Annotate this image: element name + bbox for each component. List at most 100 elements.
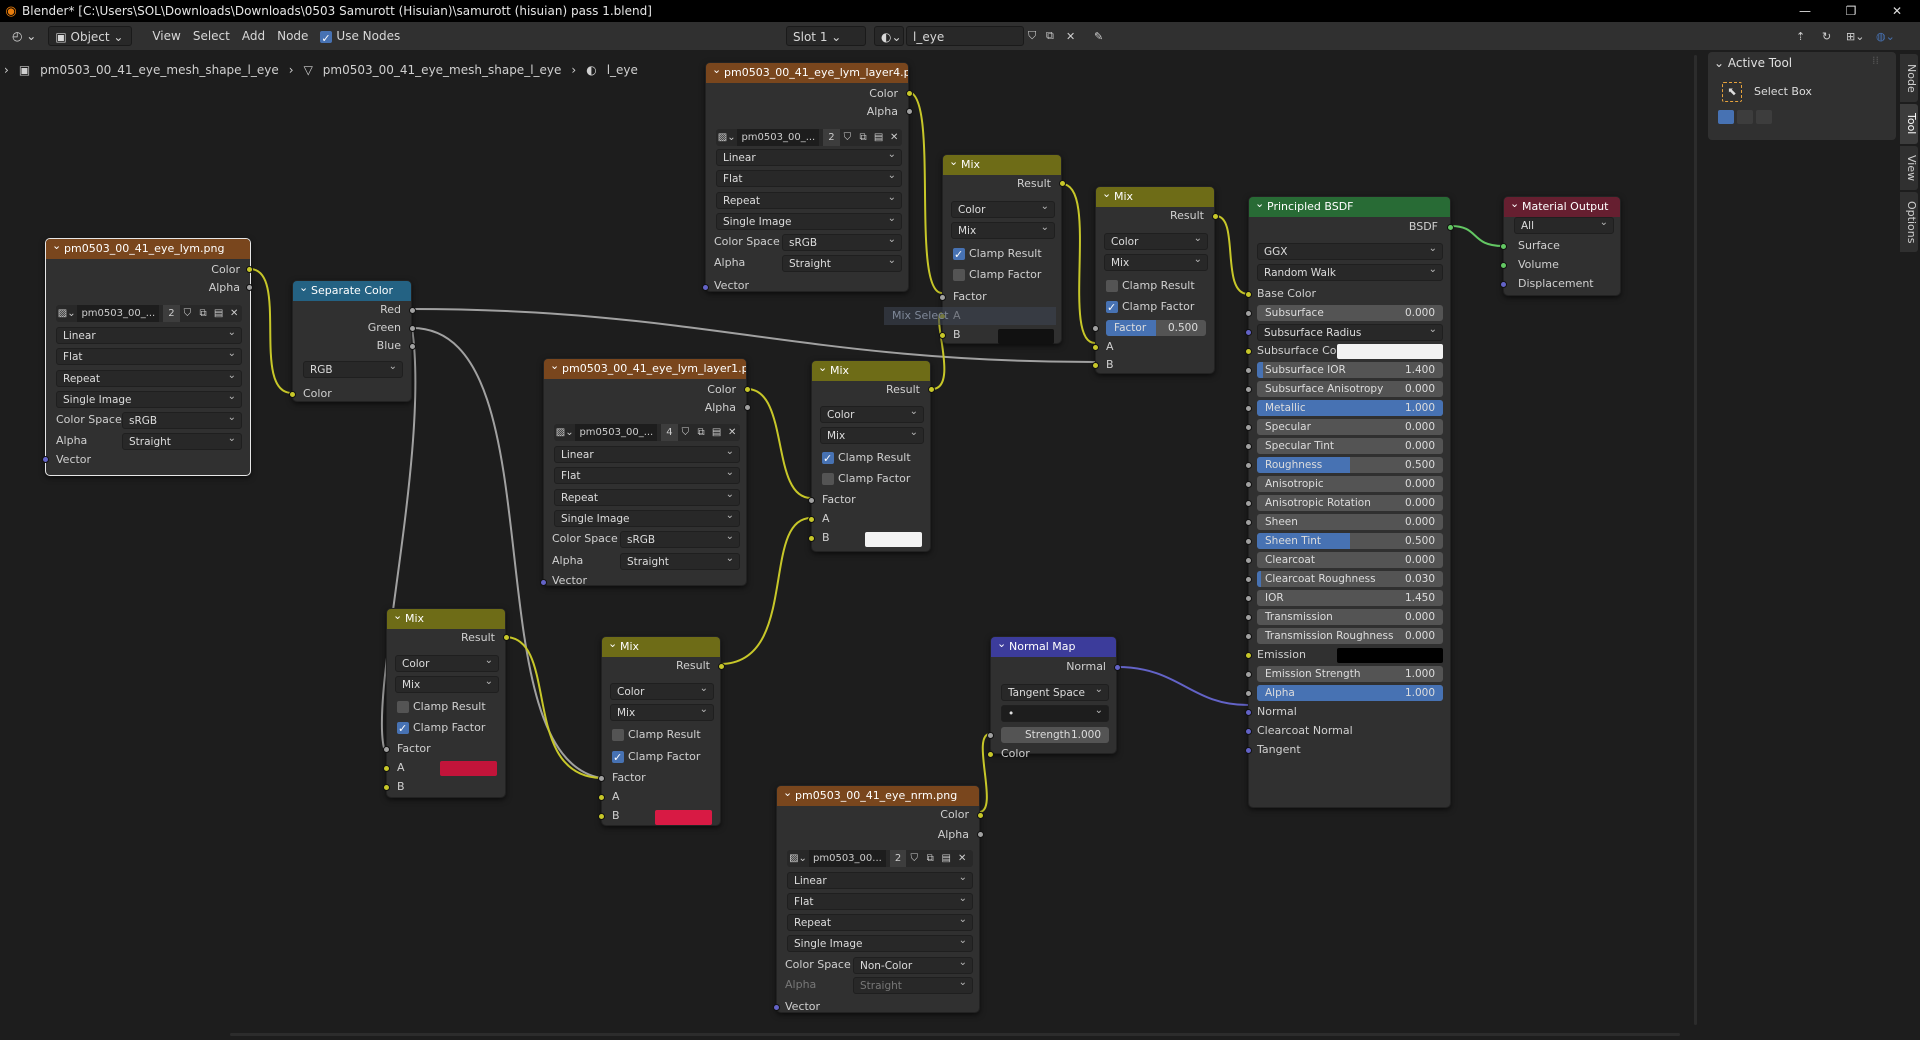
subsurface-ior-input-socket[interactable] <box>1245 367 1252 374</box>
unlink-icon[interactable]: ✕ <box>954 853 970 864</box>
maximize-button[interactable]: ❐ <box>1828 0 1874 22</box>
tab-options[interactable]: Options <box>1900 192 1918 252</box>
alpha-output-socket[interactable] <box>744 404 751 411</box>
strength-field[interactable]: Strength 1.000 <box>1001 727 1109 743</box>
unlink-icon[interactable]: ✕ <box>724 427 740 438</box>
mix-node-2[interactable]: Mix Result Color Mix Clamp Result Clamp … <box>808 360 935 552</box>
user-count[interactable]: 2 <box>889 850 907 867</box>
source-select[interactable]: Single Image <box>554 507 740 527</box>
data-type-select[interactable]: Color <box>820 403 924 423</box>
material-name-field[interactable]: l_eye <box>906 26 1024 46</box>
data-type-select[interactable]: Color <box>1104 230 1208 250</box>
node-header[interactable]: Principled BSDF <box>1249 197 1450 217</box>
clamp-factor-toggle[interactable]: Clamp Factor <box>612 748 700 767</box>
green-output-socket[interactable] <box>409 325 416 332</box>
fake-user-icon[interactable]: ⛉ <box>180 308 196 319</box>
data-type-select[interactable]: Color <box>610 680 714 700</box>
close-button[interactable]: ✕ <box>1874 0 1920 22</box>
image-name[interactable]: pm0503_00... <box>809 850 886 867</box>
clearcoat-roughness-field[interactable]: Clearcoat Roughness 0.030 <box>1257 571 1443 587</box>
uv-map-field[interactable]: • <box>1001 702 1109 722</box>
b-input-socket[interactable] <box>1092 362 1099 369</box>
user-count[interactable]: 4 <box>661 424 678 441</box>
data-type-select[interactable]: Color <box>951 198 1055 218</box>
red-output-socket[interactable] <box>409 307 416 314</box>
clamp-factor-toggle[interactable]: Clamp Factor <box>397 719 485 738</box>
vector-input-socket[interactable] <box>540 579 547 586</box>
ior-input-socket[interactable] <box>1245 595 1252 602</box>
b-input-socket[interactable] <box>808 535 815 542</box>
clearcoat-input-socket[interactable] <box>1245 557 1252 564</box>
subsurface-anisotropy-field[interactable]: Subsurface Anisotropy 0.000 <box>1257 381 1443 397</box>
editor-type-button[interactable]: ◴ ⌄ <box>6 26 42 46</box>
alpha-input-socket[interactable] <box>1245 690 1252 697</box>
a-input-socket[interactable] <box>598 794 605 801</box>
node-header[interactable]: pm0503_00_41_eye_nrm.png <box>777 786 979 806</box>
sheen-tint-input-socket[interactable] <box>1245 538 1252 545</box>
emission-input-socket[interactable] <box>1245 652 1252 659</box>
node-header[interactable]: Normal Map <box>991 637 1116 657</box>
clearcoat-normal-input-socket[interactable] <box>1245 728 1252 735</box>
b-color-swatch[interactable] <box>865 532 922 547</box>
unlink-icon[interactable]: ✕ <box>886 132 902 143</box>
clamp-result-toggle[interactable]: Clamp Result <box>612 726 701 744</box>
target-select[interactable]: All <box>1514 214 1614 234</box>
color-output-socket[interactable] <box>977 812 984 819</box>
alpha-mode-select[interactable]: Straight <box>122 430 242 450</box>
node-header[interactable]: Separate Color <box>293 281 411 301</box>
a-input-socket[interactable] <box>808 516 815 523</box>
distribution-select[interactable]: GGX <box>1257 240 1443 260</box>
anisotropic-rotation-input-socket[interactable] <box>1245 500 1252 507</box>
subsurface-input-socket[interactable] <box>1245 310 1252 317</box>
emission-strength-input-socket[interactable] <box>1245 671 1252 678</box>
color-mode-select[interactable]: RGB <box>303 358 403 378</box>
a-input-socket[interactable] <box>1092 344 1099 351</box>
vector-input-socket[interactable] <box>773 1004 780 1011</box>
mix-node-6[interactable]: Mix Result Color Mix Clamp Result Clamp … <box>598 636 725 826</box>
displacement-input-socket[interactable] <box>1500 281 1507 288</box>
clamp-factor-toggle[interactable]: Clamp Factor <box>822 470 910 488</box>
volume-input-socket[interactable] <box>1500 262 1507 269</box>
slot-select[interactable]: Slot 1 ⌄ <box>786 26 866 46</box>
clamp-factor-toggle[interactable]: Clamp Factor <box>1106 298 1194 317</box>
node-header[interactable]: Mix <box>602 637 720 657</box>
transmission-input-socket[interactable] <box>1245 614 1252 621</box>
image-name[interactable]: pm0503_00_... <box>77 305 160 322</box>
node-header[interactable]: Mix <box>812 361 930 381</box>
mode-select[interactable]: ▣ Object ⌄ <box>48 26 133 46</box>
unlink-icon[interactable]: ✕ <box>226 308 242 319</box>
subsurface-ior-field[interactable]: Subsurface IOR 1.400 <box>1257 362 1443 378</box>
interpolation-select[interactable]: Linear <box>56 324 242 344</box>
roughness-input-socket[interactable] <box>1245 462 1252 469</box>
unlink-icon[interactable]: ✕ <box>1066 30 1075 43</box>
use-nodes-toggle[interactable]: Use Nodes <box>314 26 406 49</box>
space-select[interactable]: Tangent Space <box>1001 681 1109 701</box>
open-icon[interactable]: ▤ <box>871 132 887 143</box>
user-count[interactable]: 2 <box>163 305 180 322</box>
fake-user-icon[interactable]: ⛉ <box>1028 29 1036 43</box>
clearcoat-field[interactable]: Clearcoat 0.000 <box>1257 552 1443 568</box>
specular-field[interactable]: Specular 0.000 <box>1257 419 1443 435</box>
image-texture-node-layer1[interactable]: pm0503_00_41_eye_lym_layer1.png Color Al… <box>540 358 751 587</box>
source-select[interactable]: Single Image <box>787 932 973 952</box>
alpha-output-socket[interactable] <box>977 831 984 838</box>
image-datablock[interactable]: ▨⌄ pm0503_00_... 2 ⛉ ⧉ ▤ ✕ <box>56 305 242 322</box>
b-input-socket[interactable] <box>598 813 605 820</box>
mix-node-4[interactable]: Mix Result Color Mix Clamp Result Clamp … <box>1092 186 1219 374</box>
result-output-socket[interactable] <box>503 634 510 641</box>
vertical-scrollbar[interactable] <box>1694 55 1697 1025</box>
metallic-input-socket[interactable] <box>1245 405 1252 412</box>
mix-node-5[interactable]: Mix Result Color Mix Clamp Result Clamp … <box>383 608 510 798</box>
blend-mode-select[interactable]: Mix <box>1104 251 1208 271</box>
interpolation-select[interactable]: Linear <box>716 146 902 166</box>
projection-select[interactable]: Flat <box>716 167 902 187</box>
extension-select[interactable]: Repeat <box>787 911 973 931</box>
image-texture-node-nrm[interactable]: pm0503_00_41_eye_nrm.png Color Alpha ▨⌄ … <box>773 785 984 1013</box>
image-name[interactable]: pm0503_00_... <box>575 424 658 441</box>
color-input-socket[interactable] <box>289 391 296 398</box>
projection-select[interactable]: Flat <box>554 464 740 484</box>
menu-node[interactable]: Node <box>271 26 314 46</box>
select-box-tool-icon[interactable]: ⬉ <box>1722 82 1742 102</box>
blend-mode-select[interactable]: Mix <box>610 701 714 721</box>
transmission-roughness-field[interactable]: Transmission Roughness 0.000 <box>1257 628 1443 644</box>
